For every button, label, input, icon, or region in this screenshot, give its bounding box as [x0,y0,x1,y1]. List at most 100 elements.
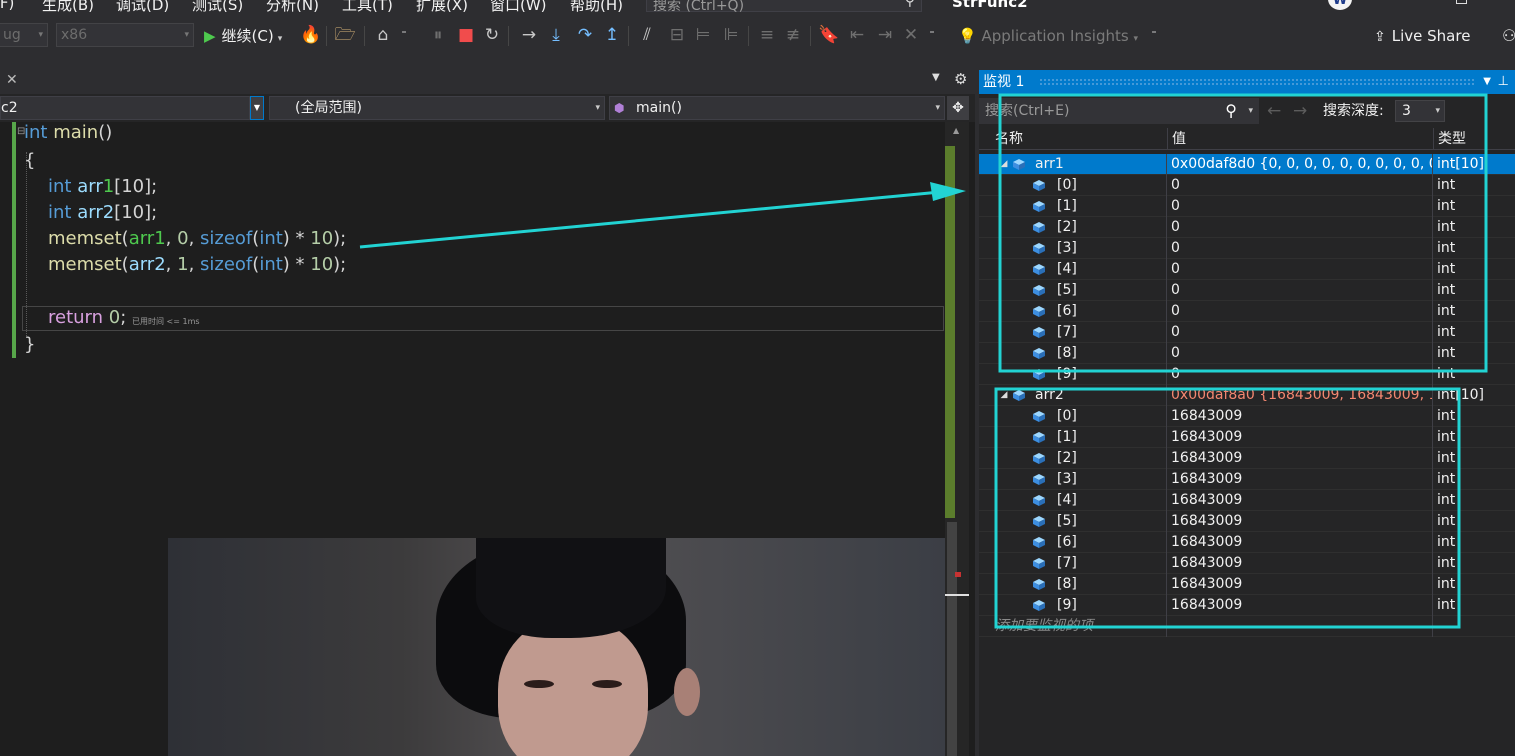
overflow-icon[interactable]: ⁼ [398,24,410,46]
menu-help[interactable]: 帮助(H) [570,0,623,14]
value-cell[interactable]: 16843009 [1167,406,1433,427]
uncomment-icon[interactable]: ≢ [782,24,804,46]
chevron-down-icon[interactable]: ▼ [932,72,940,83]
arrow-left-icon[interactable]: ← [1267,98,1281,124]
watch-row-element[interactable]: [6] 16843009 int [979,532,1515,553]
name-cell[interactable]: [4] [979,259,1167,280]
configuration-select[interactable]: ug ▾ [0,23,48,47]
name-cell[interactable]: [7] [979,322,1167,343]
value-cell[interactable]: 16843009 [1167,574,1433,595]
name-cell[interactable]: [1] [979,196,1167,217]
step-over-icon[interactable]: ↷ [574,24,596,46]
watch-row-element[interactable]: [3] 0 int [979,238,1515,259]
watch-row-element[interactable]: [4] 16843009 int [979,490,1515,511]
value-cell[interactable]: 16843009 [1167,490,1433,511]
value-cell[interactable]: 16843009 [1167,427,1433,448]
arrow-right-icon[interactable]: → [1293,98,1307,124]
next-bookmark-icon[interactable]: ⇥ [874,24,896,46]
editor-scrollbar[interactable]: ▲ [945,122,969,756]
watch-row-element[interactable]: [2] 16843009 int [979,448,1515,469]
app-home-icon[interactable]: ⌂ [372,24,394,46]
name-cell[interactable]: [9] [979,595,1167,616]
name-cell[interactable]: [9] [979,364,1167,385]
hex-display-icon[interactable]: ⫽ [636,24,658,46]
expander-icon[interactable]: ◢ [999,385,1009,406]
watch-search-input[interactable]: 搜索(Ctrl+E) ⚲ ▾ [979,98,1259,124]
name-cell[interactable]: [4] [979,490,1167,511]
value-cell[interactable]: 16843009 [1167,532,1433,553]
scope-selector[interactable]: (全局范围) ▾ [269,96,605,120]
prev-bookmark-icon[interactable]: ⇤ [846,24,868,46]
column-header-value[interactable]: 值 [1167,128,1433,150]
scroll-up-icon[interactable]: ▲ [953,126,959,135]
watch-row-element[interactable]: [2] 0 int [979,217,1515,238]
comment-icon[interactable]: ≡ [756,24,778,46]
value-cell[interactable]: 0 [1167,280,1433,301]
stop-icon[interactable]: ■ [456,24,476,46]
name-cell[interactable]: 添加要监视的项 [979,616,1167,637]
watch-title-bar[interactable]: 监视 1 ▼ ⊥ [979,70,1515,94]
value-cell[interactable]: 0x00daf8d0 {0, 0, 0, 0, 0, 0, 0, 0, 0, 0… [1167,154,1433,175]
name-cell[interactable]: [8] [979,343,1167,364]
platform-select[interactable]: x86 ▾ [56,23,194,47]
watch-row-element[interactable]: [0] 16843009 int [979,406,1515,427]
value-cell[interactable]: 0 [1167,217,1433,238]
open-folder-icon[interactable]: 🗁 [334,24,356,46]
menu-file[interactable]: (F) [0,0,14,12]
watch-row-element[interactable]: [0] 0 int [979,175,1515,196]
value-cell[interactable]: 0 [1167,322,1433,343]
menu-test[interactable]: 测试(S) [192,0,243,14]
watch-row-element[interactable]: [5] 16843009 int [979,511,1515,532]
name-cell[interactable]: [2] [979,448,1167,469]
column-header-type[interactable]: 类型 [1433,128,1515,150]
menu-build[interactable]: 生成(B) [42,0,94,14]
align-right-icon[interactable]: ⊫ [720,24,742,46]
align-left-icon[interactable]: ⊨ [692,24,714,46]
menu-debug[interactable]: 调试(D) [116,0,169,14]
name-cell[interactable]: [6] [979,532,1167,553]
project-selector[interactable]: c2 [0,96,250,120]
name-cell[interactable]: ◢ arr2 [979,385,1167,406]
value-cell[interactable]: 0 [1167,301,1433,322]
value-cell[interactable]: 16843009 [1167,595,1433,616]
name-cell[interactable]: [7] [979,553,1167,574]
step-into-icon[interactable]: ⤓ [546,24,566,46]
function-selector[interactable]: ⬢ main() ▾ [609,96,945,120]
watch-row-element[interactable]: [9] 0 int [979,364,1515,385]
overflow-icon[interactable]: ⁼ [926,24,938,46]
name-cell[interactable]: [5] [979,511,1167,532]
value-cell[interactable]: 16843009 [1167,448,1433,469]
scroll-thumb[interactable] [947,522,957,756]
name-cell[interactable]: [5] [979,280,1167,301]
watch-row-element[interactable]: [9] 16843009 int [979,595,1515,616]
watch-row-element[interactable]: [1] 0 int [979,196,1515,217]
continue-button[interactable]: ▶ 继续(C) ▾ [204,24,282,48]
name-cell[interactable]: [8] [979,574,1167,595]
menu-extensions[interactable]: 扩展(X) [416,0,468,14]
perf-tip[interactable]: 已用时间 <= 1ms [132,316,200,327]
name-cell[interactable]: [3] [979,469,1167,490]
watch-row-arr1[interactable]: ◢ arr1 0x00daf8d0 {0, 0, 0, 0, 0, 0, 0, 0,… [979,154,1515,175]
clear-bookmarks-icon[interactable]: ✕ [900,24,922,46]
watch-row-element[interactable]: [8] 16843009 int [979,574,1515,595]
value-cell[interactable] [1167,616,1433,637]
watch-row-element[interactable]: [7] 16843009 int [979,553,1515,574]
column-header-name[interactable]: 名称 [991,128,1167,150]
name-cell[interactable]: [0] [979,175,1167,196]
search-depth-select[interactable]: 3 ▾ [1395,100,1445,122]
value-cell[interactable]: 0 [1167,364,1433,385]
name-cell[interactable]: [2] [979,217,1167,238]
watch-row-element[interactable]: [4] 0 int [979,259,1515,280]
value-cell[interactable]: 0 [1167,175,1433,196]
expander-icon[interactable]: ◢ [999,154,1009,175]
threads-icon[interactable]: ⊟ [666,24,688,46]
value-cell[interactable]: 0 [1167,259,1433,280]
value-cell[interactable]: 16843009 [1167,511,1433,532]
overflow-icon[interactable]: ⁼ [1148,24,1160,46]
watch-row-add-item[interactable]: 添加要监视的项 [979,616,1515,637]
name-cell[interactable]: [6] [979,301,1167,322]
watch-row-arr2[interactable]: ◢ arr2 0x00daf8a0 {16843009, 16843009, 168… [979,385,1515,406]
application-insights-button[interactable]: 💡 Application Insights ▾ [958,24,1138,48]
name-cell[interactable]: [0] [979,406,1167,427]
restart-icon[interactable]: ↻ [482,24,502,46]
